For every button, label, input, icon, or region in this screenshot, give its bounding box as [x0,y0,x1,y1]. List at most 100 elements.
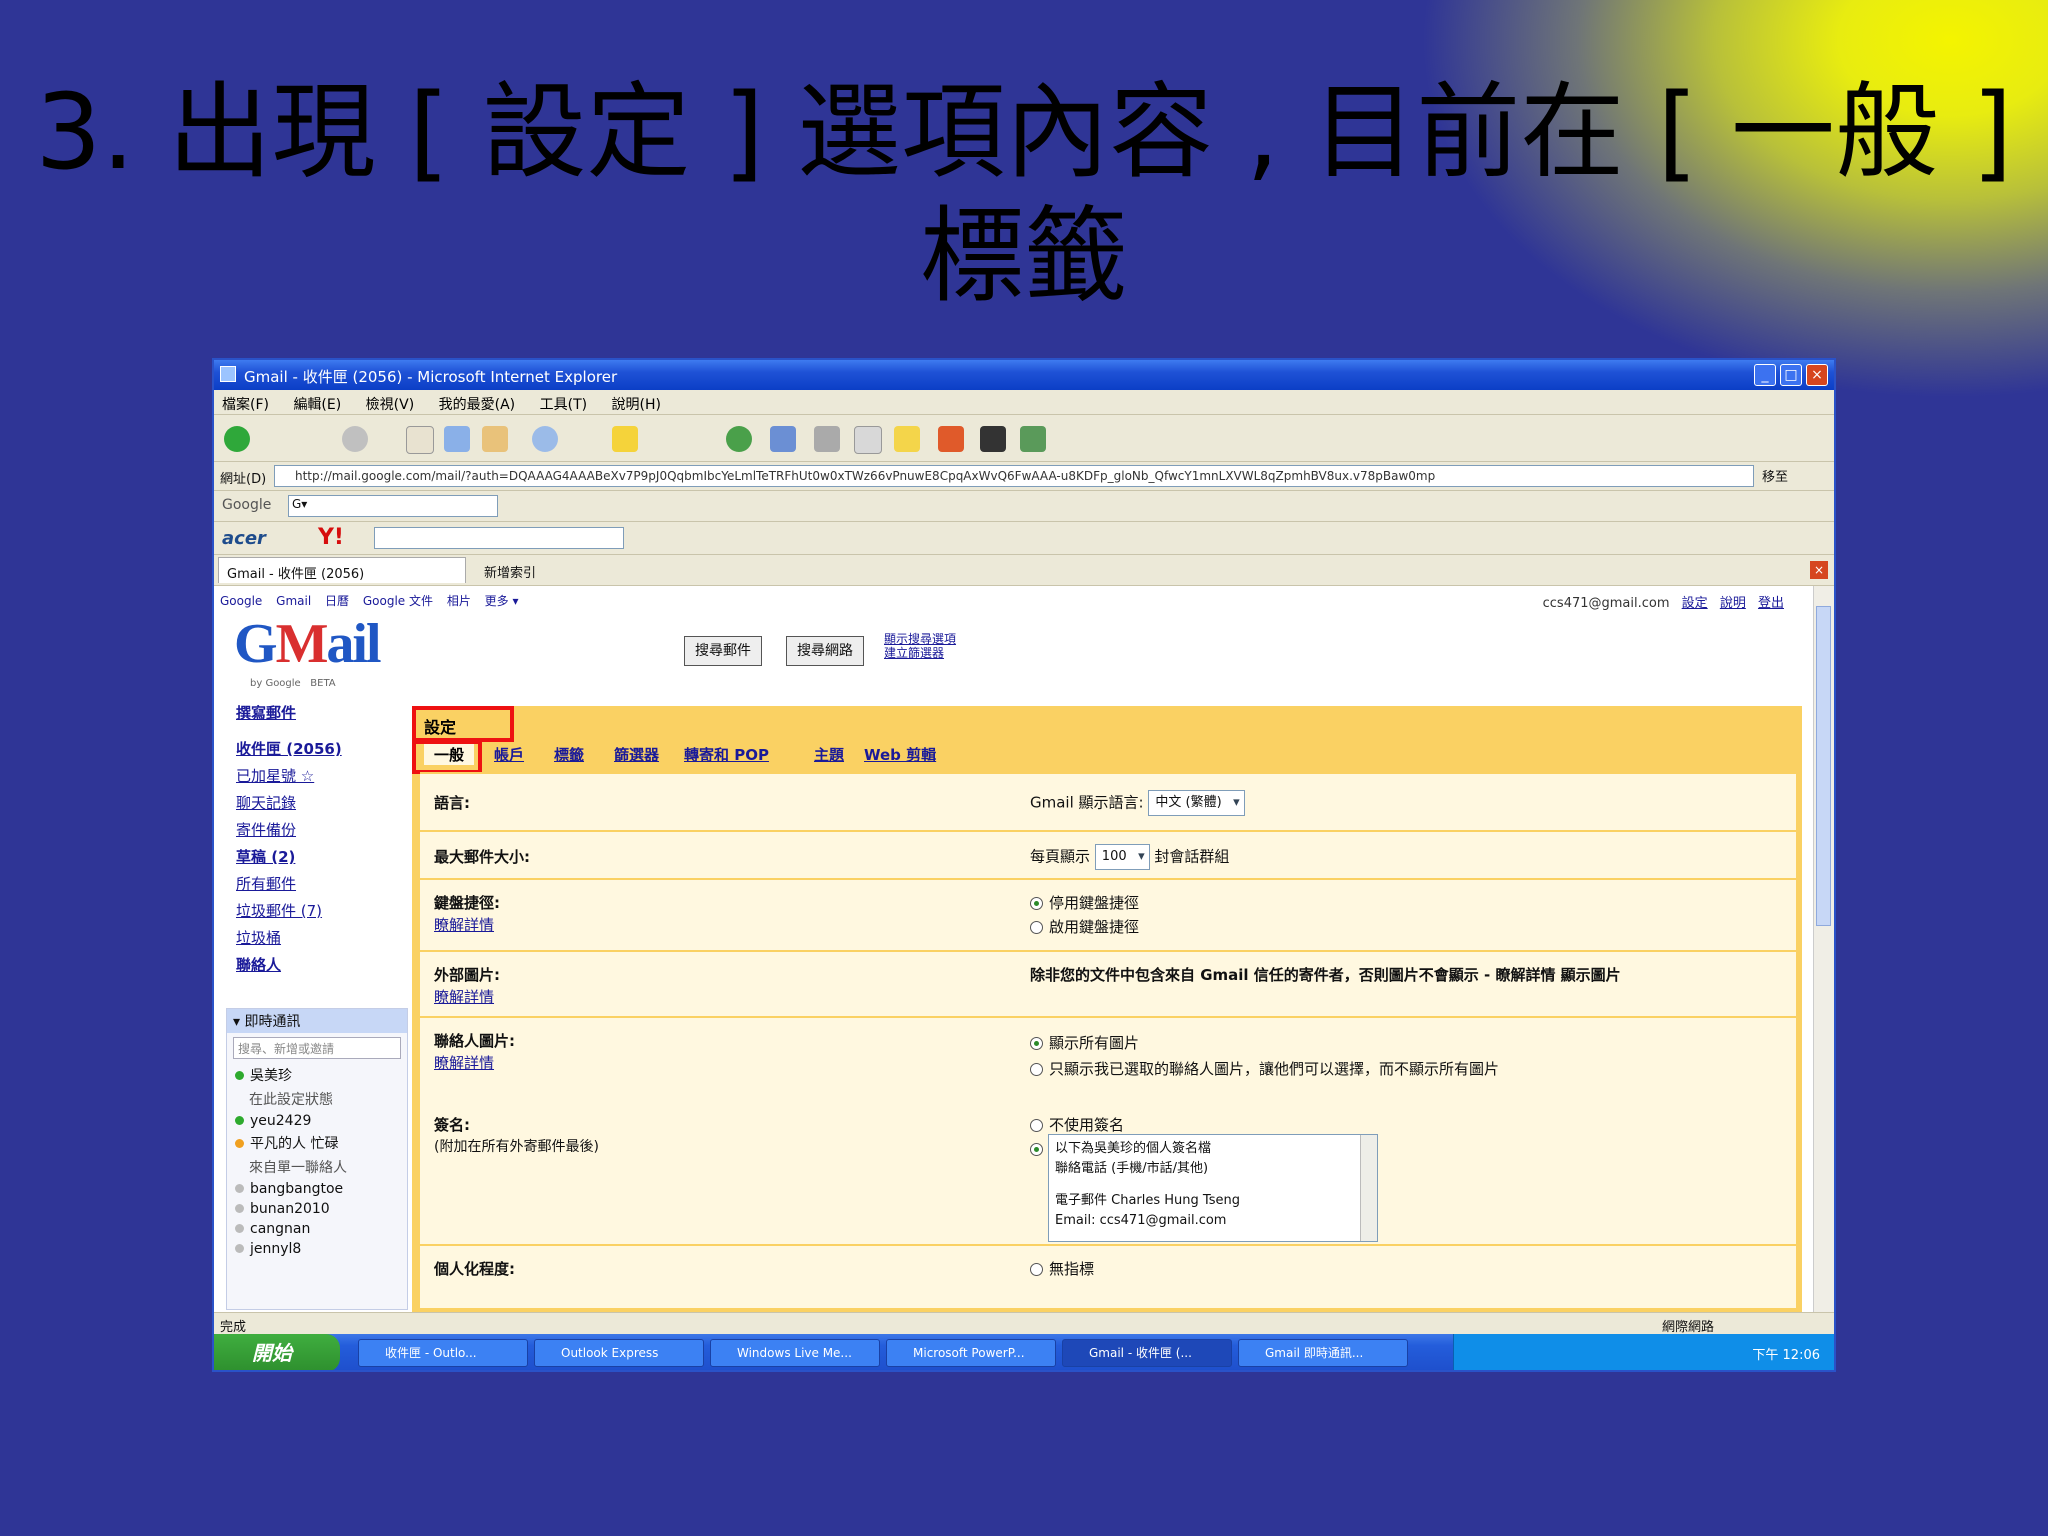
menu-tools[interactable]: 工具(T) [540,394,587,414]
help-link[interactable]: 說明 [1720,596,1746,611]
tab-forwarding-pop[interactable]: 轉寄和 POP [684,744,769,765]
learn-more-link[interactable]: 瞭解詳情 [434,1052,494,1073]
chat-contact[interactable]: jennyl8 [227,1239,407,1259]
taskbar-item[interactable]: Windows Live Me... [710,1339,880,1367]
signature-scrollbar[interactable] [1360,1135,1377,1241]
yahoo-toolbar: acer Y! [214,522,1834,555]
option-no-indicators[interactable]: 無指標 [1030,1258,1094,1279]
edit-icon[interactable] [854,426,882,454]
google-toolbar-dropdown[interactable]: G▾ [289,497,307,511]
nav-trash[interactable]: 垃圾桶 [236,927,396,954]
go-button[interactable]: 移至 [1762,466,1812,486]
option-signature[interactable] [1030,1140,1049,1158]
option-selected-pictures[interactable]: 只顯示我已選取的聯絡人圖片，讓他們可以選擇，而不顯示所有圖片 [1030,1058,1499,1079]
google-toolbar-search-input[interactable]: G▾ [288,495,498,517]
tab-close-icon[interactable]: × [1810,561,1828,579]
nav-contacts[interactable]: 聯絡人 [236,954,396,981]
create-filter-link[interactable]: 建立篩選器 [884,646,956,660]
start-button[interactable]: 開始 [214,1334,340,1370]
signout-link[interactable]: 登出 [1758,596,1784,611]
search-web-button[interactable]: 搜尋網路 [786,636,864,666]
settings-link[interactable]: 設定 [1682,596,1708,611]
option-shortcuts-on[interactable]: 啟用鍵盤捷徑 [1030,916,1139,937]
print-icon[interactable] [814,426,840,452]
chat-status[interactable]: 在此設定狀態 [227,1087,407,1111]
home-icon[interactable] [482,426,508,452]
yahoo-search-input[interactable] [374,527,624,549]
taskbar-item-active[interactable]: Gmail - 收件匣 (... [1062,1339,1232,1367]
search-mail-button[interactable]: 搜尋郵件 [684,636,762,666]
menu-favorites[interactable]: 我的最愛(A) [439,394,516,414]
search-icon[interactable] [532,426,558,452]
menu-file[interactable]: 檔案(F) [222,394,269,414]
learn-more-link[interactable]: 瞭解詳情 [434,986,494,1007]
show-search-options-link[interactable]: 顯示搜尋選項 [884,632,956,646]
nav-chats[interactable]: 聊天記錄 [236,792,396,819]
chat-contact[interactable]: bunan2010 [227,1199,407,1219]
address-input[interactable]: http://mail.google.com/mail/?auth=DQAAAG… [274,465,1754,487]
status-bar: 完成 網際網路 [214,1312,1834,1335]
tab-gmail[interactable]: Gmail - 收件匣 (2056) [218,557,466,583]
yahoo-logo[interactable]: Y! [318,525,344,550]
nav-starred[interactable]: 已加星號 ☆ [236,765,396,792]
signature-textarea[interactable]: 以下為吳美珍的個人簽名檔 聯絡電話 (手機/市話/其他) 電子郵件 Charle… [1048,1134,1378,1242]
topnav-google[interactable]: Google [220,594,262,608]
tab-labels[interactable]: 標籤 [554,744,584,765]
tab-new[interactable]: 新增索引 [476,557,544,583]
topnav-docs[interactable]: Google 文件 [363,594,433,608]
menu-view[interactable]: 檢視(V) [366,394,415,414]
back-icon[interactable] [224,426,250,452]
tab-themes[interactable]: 主題 [814,744,844,765]
taskbar-item[interactable]: 收件匣 - Outlo... [358,1339,528,1367]
stop-icon[interactable] [406,426,434,454]
chat-search-input[interactable]: 搜尋、新增或邀請 [233,1037,401,1059]
language-select[interactable]: 中文 (繁體) [1148,790,1245,816]
folder-icon[interactable] [894,426,920,452]
topnav-more[interactable]: 更多 ▾ [485,594,519,608]
forward-icon[interactable] [342,426,368,452]
topnav-gmail[interactable]: Gmail [276,594,311,608]
topnav-photos[interactable]: 相片 [447,594,471,608]
chat-header[interactable]: ▾ 即時通訊 [227,1009,407,1033]
chat-contact[interactable]: 來自單一聯絡人 [227,1155,407,1179]
tab-filters[interactable]: 篩選器 [614,744,659,765]
nav-inbox[interactable]: 收件匣 (2056) [236,738,396,765]
option-all-pictures[interactable]: 顯示所有圖片 [1030,1032,1139,1053]
tab-web-clips[interactable]: Web 剪輯 [864,744,936,765]
refresh-icon[interactable] [444,426,470,452]
messenger-icon[interactable] [1020,426,1046,452]
chat-me[interactable]: 吳美珍 [227,1063,407,1087]
page-scrollbar[interactable] [1813,586,1834,1312]
scrollbar-thumb[interactable] [1816,606,1831,926]
minimize-button[interactable]: _ [1754,364,1776,386]
option-no-signature[interactable]: 不使用簽名 [1030,1114,1124,1135]
status-icon [235,1116,244,1125]
chat-contact[interactable]: bangbangtoe [227,1179,407,1199]
maximize-button[interactable]: □ [1780,364,1802,386]
menu-edit[interactable]: 編輯(E) [293,394,341,414]
nav-drafts[interactable]: 草稿 (2) [236,846,396,873]
powerpoint-icon[interactable] [938,426,964,452]
learn-more-link[interactable]: 瞭解詳情 [434,914,494,935]
taskbar-item[interactable]: Microsoft PowerP... [886,1339,1056,1367]
menu-help[interactable]: 說明(H) [612,394,661,414]
nav-all-mail[interactable]: 所有郵件 [236,873,396,900]
nav-spam[interactable]: 垃圾郵件 (7) [236,900,396,927]
option-shortcuts-off[interactable]: 停用鍵盤捷徑 [1030,892,1139,913]
tab-accounts[interactable]: 帳戶 [494,744,524,765]
favorites-icon[interactable] [612,426,638,452]
taskbar-item[interactable]: Gmail 即時通訊... [1238,1339,1408,1367]
compose-link[interactable]: 撰寫郵件 [236,702,296,723]
topnav-calendar[interactable]: 日曆 [325,594,349,608]
account-area: ccs471@gmail.com 設定 說明 登出 [1543,592,1784,611]
mail-icon[interactable] [770,426,796,452]
calculator-icon[interactable] [980,426,1006,452]
nav-sent[interactable]: 寄件備份 [236,819,396,846]
chat-contact[interactable]: yeu2429 [227,1111,407,1131]
taskbar-item[interactable]: Outlook Express [534,1339,704,1367]
chat-contact[interactable]: cangnan [227,1219,407,1239]
history-icon[interactable] [726,426,752,452]
chat-contact[interactable]: 平凡的人 忙碌 [227,1131,407,1155]
close-button[interactable]: × [1806,364,1828,386]
page-size-select[interactable]: 100 [1094,844,1150,870]
